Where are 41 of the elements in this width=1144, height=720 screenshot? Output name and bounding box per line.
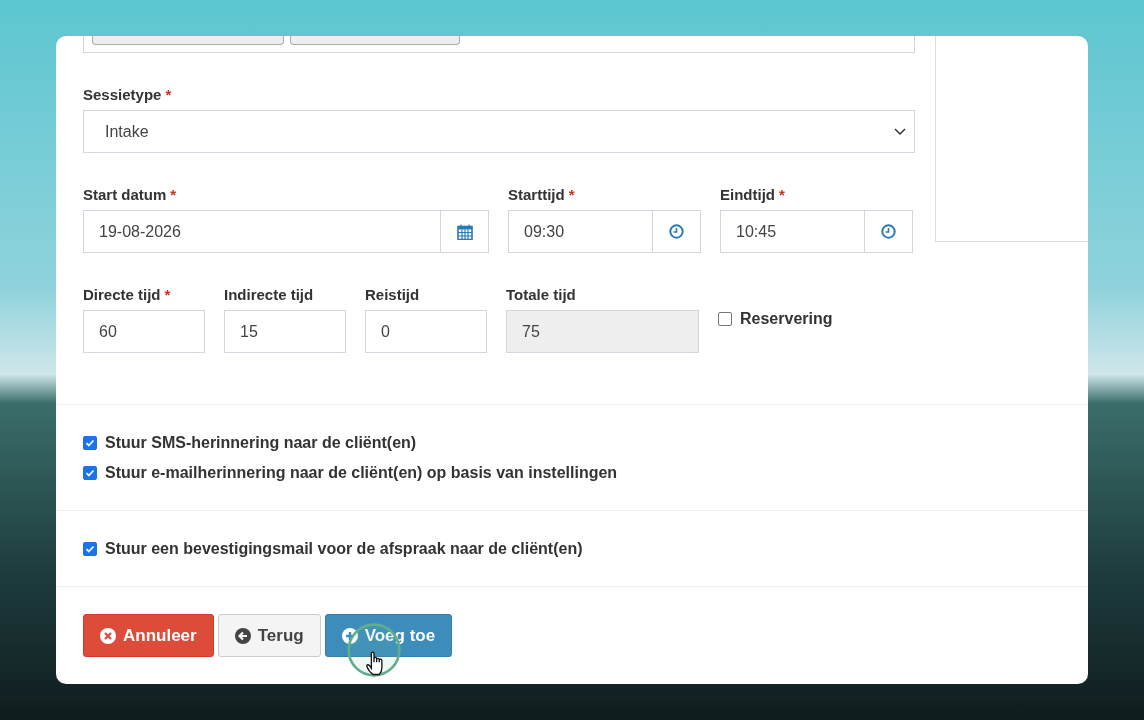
field-label: Directe tijd * <box>83 286 172 304</box>
checkmark-icon <box>85 468 95 478</box>
checkbox-label: Stuur e-mailherinnering naar de cliënt(en) op basis van instellingen <box>105 464 618 482</box>
plus-circle-icon <box>341 627 358 644</box>
back-button[interactable]: Terug <box>217 614 321 657</box>
hand-cursor-icon <box>346 622 402 678</box>
checkmark-icon <box>85 544 95 554</box>
arrow-left-circle-icon <box>234 627 251 644</box>
checkmark-icon <box>85 438 95 448</box>
duration-field[interactable]: 0 <box>365 310 487 353</box>
checkbox-label: Stuur SMS-herinnering naar de cliënt(en) <box>105 434 417 452</box>
field-label: Sessietype * <box>83 86 173 104</box>
field-label: Starttijd * <box>508 186 576 204</box>
required-mark: * <box>779 186 785 203</box>
required-mark: * <box>164 286 171 303</box>
required-mark: * <box>165 86 172 103</box>
field-label: Reistijd <box>365 286 421 304</box>
cancel-button[interactable]: Annuleer <box>83 614 214 657</box>
checkbox-label: Reservering <box>740 310 833 328</box>
date-field[interactable]: 19-08-2026 <box>83 210 489 253</box>
calendar-icon <box>456 223 473 240</box>
clock-icon <box>669 224 684 239</box>
checkbox[interactable] <box>718 312 732 326</box>
duration-field[interactable]: 60 <box>83 310 205 353</box>
checkbox[interactable] <box>83 436 97 450</box>
close-circle-icon <box>100 627 116 644</box>
chevron-down-icon <box>894 127 906 136</box>
field-label: Totale tijd <box>506 286 577 304</box>
duration-field[interactable]: 15 <box>224 310 346 353</box>
session-type-select[interactable]: Intake <box>83 110 915 153</box>
field-label: Indirecte tijd <box>224 286 315 304</box>
time-field[interactable]: 09:30 <box>508 210 701 253</box>
checkbox[interactable] <box>83 466 97 480</box>
time-field[interactable]: 10:45 <box>720 210 913 253</box>
checkbox-label: Stuur een bevestigingsmail voor de afspraak naar de cliënt(en) <box>105 540 583 558</box>
required-mark: * <box>170 186 177 203</box>
clock-icon <box>881 224 896 239</box>
checkbox[interactable] <box>83 542 97 556</box>
field-label: Start datum * <box>83 186 178 204</box>
required-mark: * <box>568 186 575 203</box>
field-label: Eindtijd * <box>720 186 786 204</box>
